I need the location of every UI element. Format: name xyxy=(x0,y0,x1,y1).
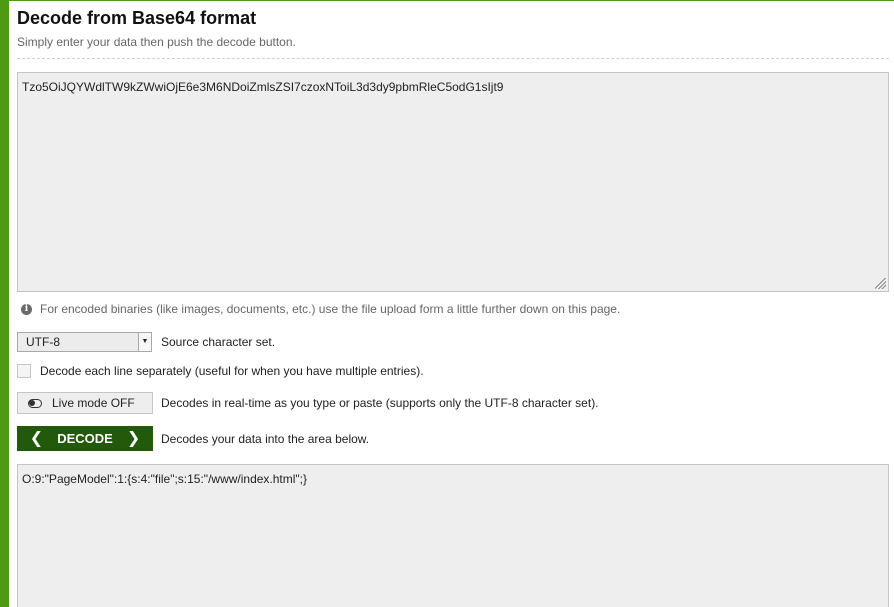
charset-row: UTF-8 ▼ Source character set. xyxy=(17,332,275,352)
info-icon: i xyxy=(21,303,32,315)
line-option-row: Decode each line separately (useful for … xyxy=(17,364,424,378)
charset-select[interactable]: UTF-8 ▼ xyxy=(17,332,152,352)
decode-button-label: DECODE xyxy=(57,431,113,446)
live-mode-label: Live mode OFF xyxy=(52,396,135,410)
page: Decode from Base64 format Simply enter y… xyxy=(0,0,894,607)
info-text: For encoded binaries (like images, docum… xyxy=(40,302,621,316)
decode-each-line-label: Decode each line separately (useful for … xyxy=(40,364,424,378)
accent-side-bar xyxy=(0,0,9,607)
resize-handle-icon[interactable] xyxy=(875,278,886,289)
toggle-off-icon xyxy=(28,398,42,408)
divider xyxy=(17,58,889,59)
accent-top-line xyxy=(9,0,894,1)
chevron-left-icon: ❮ xyxy=(29,430,44,447)
info-note: i For encoded binaries (like images, doc… xyxy=(21,302,620,316)
decode-row: ❮ DECODE ❯ Decodes your data into the ar… xyxy=(17,426,369,451)
live-mode-row: Live mode OFF Decodes in real-time as yo… xyxy=(17,392,599,414)
decode-description: Decodes your data into the area below. xyxy=(161,431,370,446)
charset-label: Source character set. xyxy=(161,335,276,349)
decode-button[interactable]: ❮ DECODE ❯ xyxy=(17,426,153,451)
live-mode-button[interactable]: Live mode OFF xyxy=(17,392,153,414)
live-mode-description: Decodes in real-time as you type or past… xyxy=(161,396,599,410)
dropdown-arrow-icon[interactable]: ▼ xyxy=(138,333,151,351)
charset-selected-value: UTF-8 xyxy=(26,335,60,349)
decoded-output[interactable]: O:9:"PageModel":1:{s:4:"file";s:15:"/www… xyxy=(17,464,889,607)
decode-each-line-checkbox[interactable] xyxy=(17,364,31,378)
base64-input[interactable]: Tzo5OiJQYWdlTW9kZWwiOjE6e3M6NDoiZmlsZSI7… xyxy=(17,72,889,292)
chevron-right-icon: ❯ xyxy=(126,430,141,447)
page-title: Decode from Base64 format xyxy=(17,8,257,28)
page-subtitle: Simply enter your data then push the dec… xyxy=(17,35,296,49)
